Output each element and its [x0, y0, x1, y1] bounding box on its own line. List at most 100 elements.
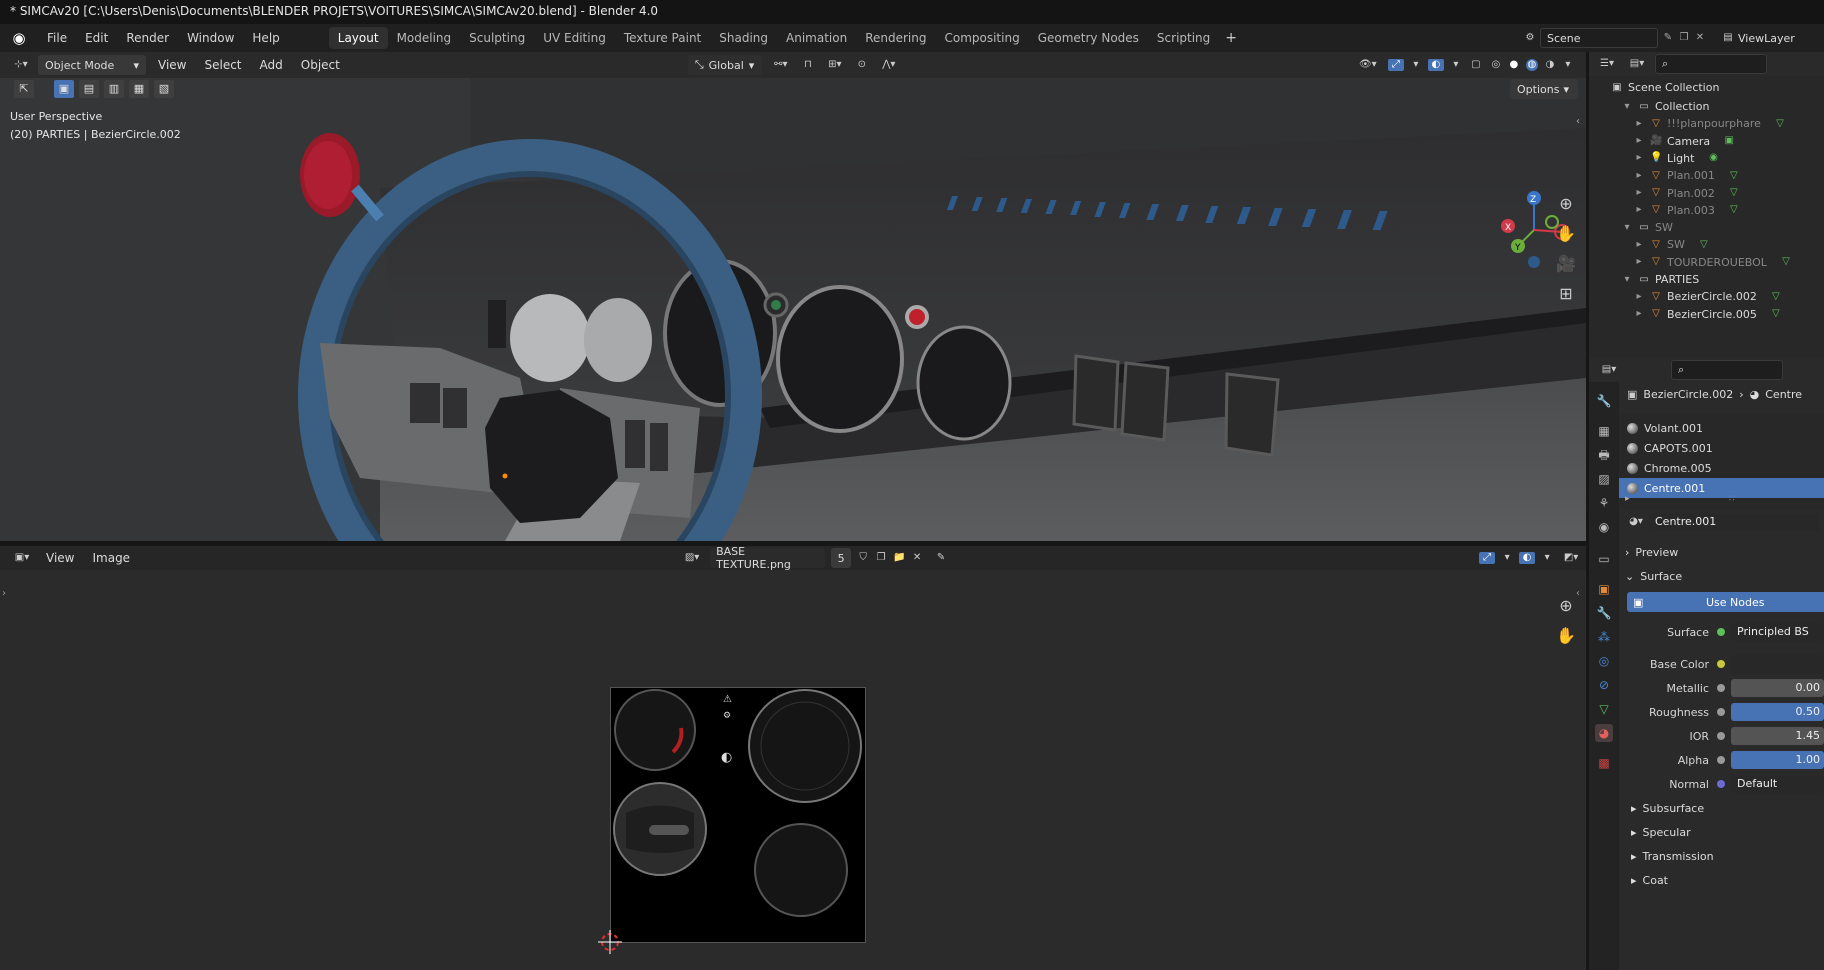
- object-mode-dropdown[interactable]: Object Mode ▾: [38, 55, 146, 75]
- outliner-item[interactable]: ▾ ▭ SW: [1621, 218, 1672, 237]
- surface-panel-header[interactable]: ⌄ Surface: [1625, 566, 1824, 586]
- resize-handle-icon[interactable]: ∷: [1729, 494, 1735, 504]
- normal-field[interactable]: Default: [1731, 775, 1824, 793]
- tab-scripting[interactable]: Scripting: [1148, 27, 1219, 49]
- expand-right-icon[interactable]: ▸: [1633, 118, 1645, 130]
- new-scene-icon[interactable]: ❐: [1678, 32, 1690, 44]
- pin-icon[interactable]: ✎: [1662, 32, 1674, 44]
- expand-right-icon[interactable]: ▸: [1633, 152, 1645, 164]
- material-browse-icon[interactable]: ◕▾: [1623, 516, 1649, 528]
- mesh-data-icon[interactable]: ▽: [1698, 239, 1710, 251]
- outliner-item[interactable]: ▸ ▽ TOURDEROUEBOL ▽: [1633, 253, 1792, 272]
- tab-compositing[interactable]: Compositing: [935, 27, 1028, 49]
- image-users-count[interactable]: 5: [831, 548, 852, 568]
- viewport-menu-select[interactable]: Select: [198, 58, 247, 72]
- material-slot[interactable]: CAPOTS.001: [1619, 438, 1824, 458]
- shading-solid-icon[interactable]: ●: [1508, 59, 1520, 71]
- expand-down-icon[interactable]: ▾: [1621, 274, 1633, 286]
- expand-right-icon[interactable]: ▸: [1633, 256, 1645, 268]
- socket-icon[interactable]: [1717, 780, 1725, 788]
- image-menu-view[interactable]: View: [40, 551, 80, 565]
- light-data-icon[interactable]: ◉: [1707, 152, 1719, 164]
- socket-icon[interactable]: [1717, 660, 1725, 668]
- menu-file[interactable]: File: [38, 24, 76, 52]
- options-dropdown[interactable]: Options ▾: [1510, 79, 1578, 99]
- material-slot[interactable]: Volant.001: [1619, 418, 1824, 438]
- mesh-data-icon[interactable]: ▽: [1780, 256, 1792, 268]
- 2d-cursor-icon[interactable]: [598, 930, 622, 954]
- pin-image-icon[interactable]: ✎: [935, 552, 947, 564]
- visibility-icon[interactable]: 👁▾: [1354, 59, 1382, 71]
- menu-window[interactable]: Window: [178, 24, 243, 52]
- outliner-item[interactable]: ▸ 🎥 Camera ▣: [1633, 132, 1735, 151]
- outliner-item[interactable]: ▸ ▽ Plan.001 ▽: [1633, 166, 1740, 185]
- outliner-editor-type-icon[interactable]: ☰▾: [1595, 58, 1619, 70]
- select-extend-icon[interactable]: ▤: [79, 80, 99, 98]
- sidebar-toggle-icon[interactable]: ‹: [1576, 116, 1580, 127]
- unlink-image-icon[interactable]: ✕: [911, 552, 923, 564]
- modifier-tab-icon[interactable]: 🔧: [1595, 604, 1613, 622]
- expand-right-icon[interactable]: ▸: [1633, 308, 1645, 320]
- view-layer-tab-icon[interactable]: ▨: [1595, 470, 1613, 488]
- tab-sculpting[interactable]: Sculpting: [460, 27, 534, 49]
- expand-right-icon[interactable]: ▸: [1633, 170, 1645, 182]
- outliner-item[interactable]: ▸ ▽ Plan.002 ▽: [1633, 184, 1740, 203]
- preview-panel-header[interactable]: › Preview: [1625, 542, 1824, 562]
- particles-tab-icon[interactable]: ⁂: [1595, 628, 1613, 646]
- shading-rendered-icon[interactable]: ◑: [1544, 59, 1556, 71]
- duplicate-image-icon[interactable]: ❐: [875, 552, 887, 564]
- socket-icon[interactable]: [1717, 684, 1725, 692]
- constraints-tab-icon[interactable]: ⊘: [1595, 676, 1613, 694]
- scene-icon[interactable]: ⚙: [1524, 32, 1536, 44]
- viewport-menu-view[interactable]: View: [152, 58, 192, 72]
- camera-view-icon[interactable]: 🎥: [1552, 250, 1580, 278]
- output-tab-icon[interactable]: 🖶: [1595, 446, 1613, 464]
- outliner-item[interactable]: ▸ ▽ SW ▽: [1633, 235, 1710, 254]
- socket-icon[interactable]: [1717, 628, 1725, 636]
- subsection-header[interactable]: ▸ Coat: [1631, 870, 1824, 890]
- render-tab-icon[interactable]: ▦: [1595, 422, 1613, 440]
- transform-orientation-dropdown[interactable]: ⤡ Global ▾: [687, 55, 762, 75]
- shading-material-icon[interactable]: ◍: [1525, 59, 1538, 71]
- outliner-search-field[interactable]: ⌕: [1655, 54, 1767, 74]
- image-zoom-icon[interactable]: ⊕: [1552, 592, 1580, 620]
- expand-right-icon[interactable]: ▸: [1633, 291, 1645, 303]
- tab-uv-editing[interactable]: UV Editing: [534, 27, 615, 49]
- image-name-field[interactable]: BASE TEXTURE.png: [710, 545, 826, 571]
- blender-logo-icon[interactable]: ◉: [8, 27, 30, 49]
- delete-scene-icon[interactable]: ✕: [1694, 32, 1706, 44]
- texture-tab-icon[interactable]: ▩: [1595, 754, 1613, 772]
- data-tab-icon[interactable]: ▽: [1595, 700, 1613, 718]
- editor-type-icon[interactable]: ⊹▾: [10, 59, 32, 71]
- toolbar-toggle-icon[interactable]: ›: [2, 588, 6, 599]
- scene-tab-icon[interactable]: ⚘: [1595, 494, 1613, 512]
- collection-tab-icon[interactable]: ▭: [1595, 550, 1613, 568]
- menu-help[interactable]: Help: [243, 24, 288, 52]
- subsection-header[interactable]: ▸ Specular: [1631, 822, 1824, 842]
- expand-list-icon[interactable]: ▸: [1625, 494, 1630, 504]
- shading-wireframe-icon[interactable]: ◎: [1490, 59, 1502, 71]
- outliner-item[interactable]: ▸ ▽ BezierCircle.002 ▽: [1633, 287, 1782, 306]
- tab-shading[interactable]: Shading: [710, 27, 777, 49]
- image-overlay-dropdown-icon[interactable]: ▾: [1541, 552, 1553, 564]
- viewport-menu-object[interactable]: Object: [295, 58, 346, 72]
- material-slot[interactable]: Chrome.005: [1619, 458, 1824, 478]
- tab-modeling[interactable]: Modeling: [388, 27, 461, 49]
- tool-tab-icon[interactable]: 🔧: [1595, 392, 1613, 410]
- expand-right-icon[interactable]: ▸: [1633, 135, 1645, 147]
- add-workspace-button[interactable]: +: [1219, 28, 1243, 48]
- object-tab-icon[interactable]: ▣: [1595, 580, 1613, 598]
- outliner-item[interactable]: ▸ ▽ BezierCircle.005 ▽: [1633, 305, 1782, 324]
- pivot-icon[interactable]: ⚯▾: [768, 59, 794, 71]
- overlay-dropdown-icon[interactable]: ▾: [1450, 59, 1462, 71]
- snap-target-icon[interactable]: ⊞▾: [822, 59, 848, 71]
- image-editor-canvas[interactable]: › ‹ ⊕ ✋ ⚠ ⚙ ◐: [0, 570, 1586, 970]
- gizmo-toggle-icon[interactable]: ⤢: [1387, 59, 1404, 71]
- outliner-item[interactable]: ▾ ▭ PARTIES: [1621, 270, 1699, 289]
- image-editor-type-icon[interactable]: ▣▾: [10, 552, 34, 564]
- socket-icon[interactable]: [1717, 756, 1725, 764]
- outliner-item[interactable]: ▸ ▽ !!!planpourphare ▽: [1633, 114, 1786, 133]
- overlay-toggle-icon[interactable]: ◐: [1427, 59, 1444, 71]
- display-channels-icon[interactable]: ◩▾: [1559, 552, 1583, 564]
- tab-rendering[interactable]: Rendering: [856, 27, 935, 49]
